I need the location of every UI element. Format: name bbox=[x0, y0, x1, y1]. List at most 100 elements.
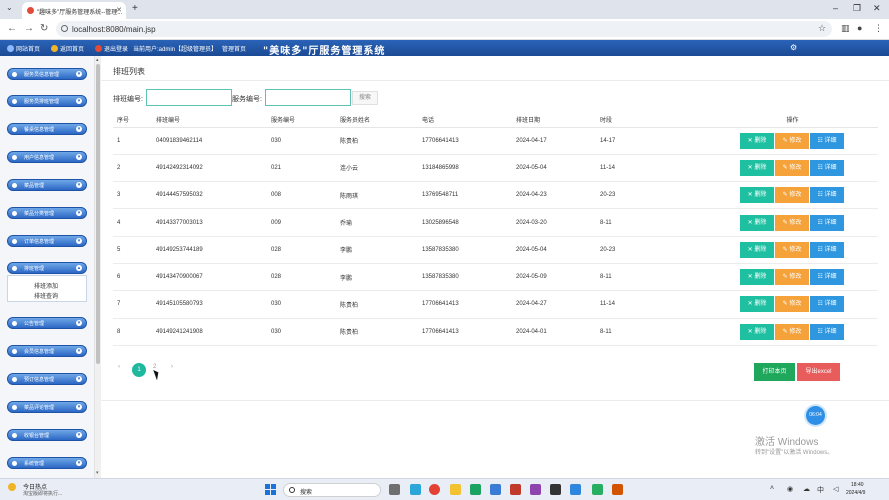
edit-button[interactable]: ✎ 修改 bbox=[775, 159, 809, 176]
delete-button[interactable]: ✕ 删除 bbox=[740, 241, 774, 258]
print-page-button[interactable]: 打印本页 bbox=[754, 363, 795, 381]
sidebar-item-orders[interactable]: 订单信息管理 ▾ bbox=[7, 235, 87, 247]
url-input[interactable]: localhost:8080/main.jsp bbox=[56, 21, 832, 37]
export-excel-button[interactable]: 导出excel bbox=[797, 363, 840, 381]
pagination-page-current[interactable]: 1 bbox=[132, 363, 146, 377]
app-icon-blue[interactable] bbox=[490, 484, 501, 495]
delete-button[interactable]: ✕ 删除 bbox=[740, 187, 774, 204]
browser-tab[interactable]: "趣味多"厅服务管理系统--管理... ✕ bbox=[22, 2, 126, 19]
bullet-icon bbox=[12, 349, 17, 354]
maximize-icon[interactable]: ❐ bbox=[853, 3, 861, 14]
forward-icon[interactable]: → bbox=[24, 23, 34, 34]
scroll-down-icon[interactable]: ▾ bbox=[96, 470, 99, 476]
delete-button[interactable]: ✕ 删除 bbox=[740, 269, 774, 286]
submenu-schedule-add[interactable]: 排班添加 bbox=[34, 281, 58, 290]
sidebar-item-tables[interactable]: 餐桌信息管理 ▾ bbox=[7, 123, 87, 135]
detail-button[interactable]: ☷ 详细 bbox=[810, 214, 844, 231]
header-link-back[interactable]: 返回首页 bbox=[51, 44, 84, 53]
edit-button[interactable]: ✎ 修改 bbox=[775, 241, 809, 258]
sidebar-item-system[interactable]: 系统管理 ▾ bbox=[7, 457, 87, 469]
sidebar-item-cashier[interactable]: 收银台管理 ▾ bbox=[7, 429, 87, 441]
news-widget-icon[interactable] bbox=[8, 483, 16, 491]
detail-button[interactable]: ☷ 详细 bbox=[810, 187, 844, 204]
edit-button[interactable]: ✎ 修改 bbox=[775, 323, 809, 340]
edit-button[interactable]: ✎ 修改 bbox=[775, 132, 809, 149]
search-button[interactable]: 搜索 bbox=[352, 91, 378, 105]
scroll-up-icon[interactable]: ▴ bbox=[96, 57, 99, 63]
sidebar-item-dish-categories[interactable]: 菜品分类管理 ▾ bbox=[7, 207, 87, 219]
task-view-icon[interactable] bbox=[389, 484, 400, 495]
sidebar-item-waiter-schedule[interactable]: 服务员排班管理 ▾ bbox=[7, 95, 87, 107]
schedule-no-input[interactable] bbox=[146, 89, 232, 106]
tray-cloud-icon[interactable]: ☁ bbox=[803, 485, 810, 493]
header-link-admin-home[interactable]: 管理首页 bbox=[222, 44, 246, 53]
tray-app-icon[interactable]: ◉ bbox=[787, 485, 793, 493]
detail-button[interactable]: ☷ 详细 bbox=[810, 159, 844, 176]
service-no-input[interactable] bbox=[265, 89, 351, 106]
sidebar-item-reservations[interactable]: 预订信息管理 ▾ bbox=[7, 373, 87, 385]
minimize-icon[interactable]: – bbox=[833, 3, 838, 13]
detail-button[interactable]: ☷ 详细 bbox=[810, 132, 844, 149]
edit-button[interactable]: ✎ 修改 bbox=[775, 214, 809, 231]
header-link-logout[interactable]: 退出登录 bbox=[95, 44, 128, 53]
bookmark-star-icon[interactable]: ☆ bbox=[818, 23, 826, 34]
app-icon-edge[interactable] bbox=[410, 484, 421, 495]
clock-time[interactable]: 18:40 bbox=[851, 482, 864, 488]
detail-button[interactable]: ☷ 详细 bbox=[810, 241, 844, 258]
sidebar-item-waiter-info[interactable]: 服务员信息管理 ▾ bbox=[7, 68, 87, 80]
sidebar-item-users[interactable]: 用户信息管理 ▾ bbox=[7, 151, 87, 163]
delete-button[interactable]: ✕ 删除 bbox=[740, 159, 774, 176]
side-panel-icon[interactable]: ▥ bbox=[841, 23, 850, 34]
app-icon-red[interactable] bbox=[510, 484, 521, 495]
submenu-schedule-query[interactable]: 排班查询 bbox=[34, 291, 58, 300]
clock-date[interactable]: 2024/4/9 bbox=[846, 490, 865, 496]
new-tab-icon[interactable]: + bbox=[132, 3, 138, 14]
reload-icon[interactable]: ↻ bbox=[40, 23, 48, 34]
cell-schedule-no: 49142492314092 bbox=[156, 154, 271, 183]
windows-start-icon[interactable] bbox=[265, 484, 276, 495]
delete-button[interactable]: ✕ 删除 bbox=[740, 214, 774, 231]
edit-button[interactable]: ✎ 修改 bbox=[775, 269, 809, 286]
tray-chevron-icon[interactable]: ˄ bbox=[770, 485, 774, 492]
app-icon-chrome[interactable] bbox=[429, 484, 440, 495]
app-icon-green[interactable] bbox=[470, 484, 481, 495]
bullet-icon bbox=[12, 461, 17, 466]
tray-volume-icon[interactable]: ◁ bbox=[833, 485, 838, 493]
sidebar-item-members[interactable]: 会员信息管理 ▾ bbox=[7, 345, 87, 357]
back-icon[interactable]: ← bbox=[7, 23, 17, 34]
chevron-down-icon: ▾ bbox=[76, 182, 82, 188]
delete-button[interactable]: ✕ 删除 bbox=[740, 132, 774, 149]
detail-button[interactable]: ☷ 详细 bbox=[810, 269, 844, 286]
edit-button[interactable]: ✎ 修改 bbox=[775, 296, 809, 313]
app-icon-qq[interactable] bbox=[570, 484, 581, 495]
floating-time-badge[interactable]: 06:04 bbox=[806, 406, 825, 425]
pagination-prev-icon[interactable]: ‹ bbox=[118, 364, 120, 370]
tray-ime-icon[interactable]: 中 bbox=[817, 485, 824, 495]
activation-watermark-title: 激活 Windows bbox=[755, 437, 819, 448]
sidebar-item-dishes[interactable]: 菜品管理 ▾ bbox=[7, 179, 87, 191]
delete-button[interactable]: ✕ 删除 bbox=[740, 323, 774, 340]
tab-close-icon[interactable]: ✕ bbox=[116, 6, 122, 14]
menu-dots-icon[interactable]: ⋮ bbox=[874, 23, 883, 34]
site-info-icon[interactable] bbox=[61, 25, 68, 32]
sidebar-scroll-thumb[interactable] bbox=[96, 64, 100, 364]
header-link-home[interactable]: 网站首页 bbox=[7, 44, 40, 53]
app-icon-orange[interactable] bbox=[612, 484, 623, 495]
profile-icon[interactable]: ● bbox=[857, 23, 862, 33]
detail-button[interactable]: ☷ 详细 bbox=[810, 296, 844, 313]
app-icon-dark[interactable] bbox=[550, 484, 561, 495]
app-icon-explorer[interactable] bbox=[450, 484, 461, 495]
pagination-next-icon[interactable]: › bbox=[171, 364, 173, 370]
detail-button[interactable]: ☷ 详细 bbox=[810, 323, 844, 340]
sidebar-item-reviews[interactable]: 菜品评论管理 ▾ bbox=[7, 401, 87, 413]
tab-list-chevron-icon[interactable]: ⌄ bbox=[6, 3, 13, 12]
edit-button[interactable]: ✎ 修改 bbox=[775, 187, 809, 204]
app-icon-purple[interactable] bbox=[530, 484, 541, 495]
settings-gear-icon[interactable]: ⚙ bbox=[790, 43, 797, 52]
close-window-icon[interactable]: ✕ bbox=[873, 3, 881, 14]
delete-button[interactable]: ✕ 删除 bbox=[740, 296, 774, 313]
sidebar-item-schedule[interactable]: 排班管理 ▴ bbox=[7, 262, 87, 274]
app-icon-wechat[interactable] bbox=[592, 484, 603, 495]
sidebar-item-notices[interactable]: 公告管理 ▾ bbox=[7, 317, 87, 329]
taskbar-search-input[interactable]: 搜索 bbox=[283, 483, 381, 497]
